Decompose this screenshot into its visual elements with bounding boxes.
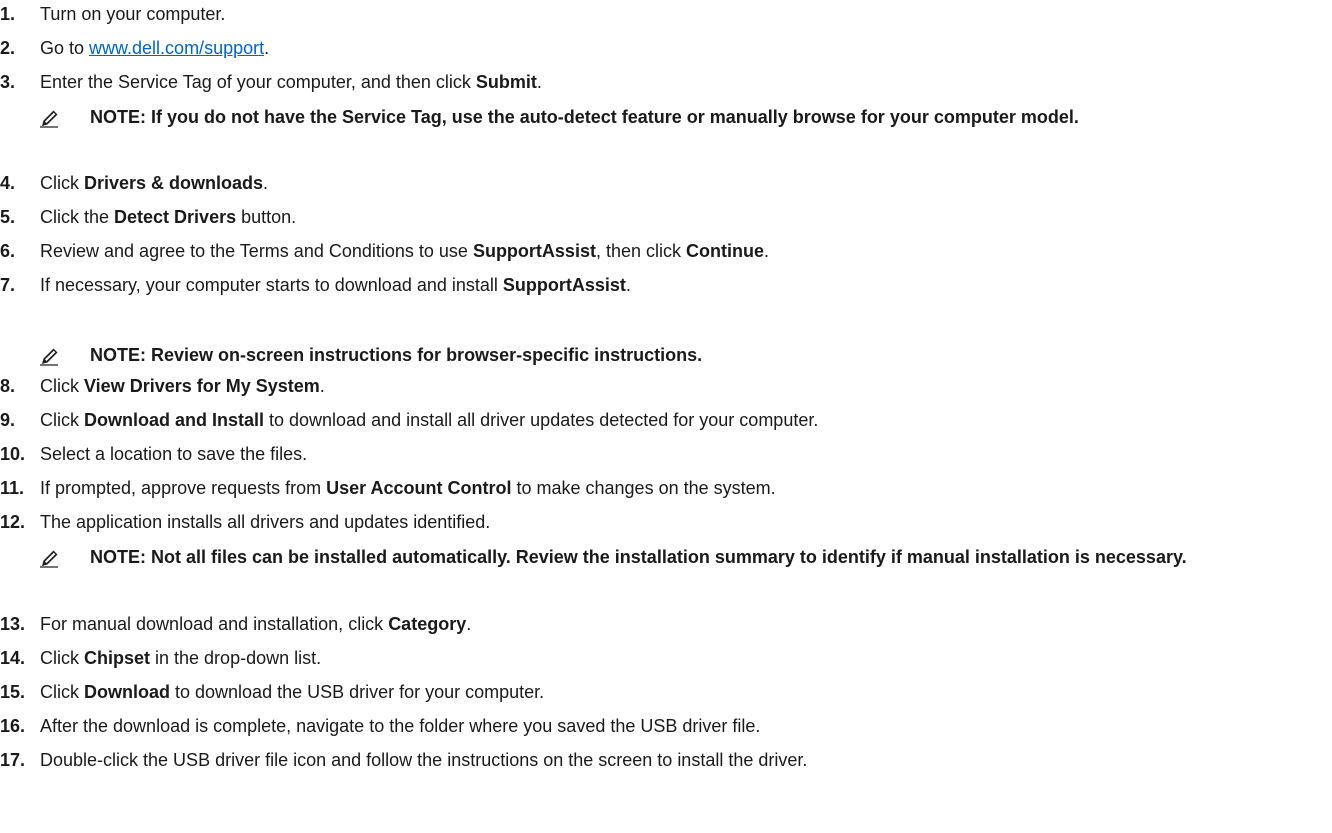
step-text-segment: Click	[40, 410, 84, 430]
note-pencil-icon	[40, 550, 58, 568]
step-text-segment: to make changes on the system.	[511, 478, 776, 498]
step-text: Click View Drivers for My System.	[40, 375, 325, 397]
note-text: NOTE: Not all files can be installed aut…	[90, 547, 1187, 567]
step-text-segment: .	[625, 275, 631, 295]
step-text: For manual download and installation, cl…	[40, 613, 471, 635]
step-text-segment: Double-click the USB driver file icon an…	[40, 750, 808, 770]
step-text-segment: , then click	[595, 241, 686, 261]
step-text-segment: to download and install all driver updat…	[264, 410, 819, 430]
step-text-segment: Click	[40, 648, 84, 668]
step-text-segment: in the drop-down list.	[150, 648, 322, 668]
step-text-segment: Turn on your computer.	[40, 4, 226, 24]
ui-term: Download	[84, 682, 170, 702]
ui-term: Download and Install	[84, 410, 265, 430]
step-text: Click Download and Install to download a…	[40, 409, 818, 431]
step-text: Click Download to download the USB drive…	[40, 681, 544, 703]
step-text: Click Chipset in the drop-down list.	[40, 647, 321, 669]
step-text-segment: Select a location to save the files.	[40, 444, 308, 464]
step-text: Review and agree to the Terms and Condit…	[40, 240, 769, 262]
step-text-segment: button.	[236, 207, 297, 227]
ui-term: SupportAssist	[502, 275, 626, 295]
step-text: Go to www.dell.com/support.	[40, 37, 269, 59]
step-text-segment: Click	[40, 682, 84, 702]
step-text: After the download is complete, navigate…	[40, 715, 760, 737]
ui-term: Drivers & downloads	[84, 173, 264, 193]
step-text-segment: to download the USB driver for your comp…	[170, 682, 545, 702]
step-text-segment: .	[319, 376, 325, 396]
support-link[interactable]: www.dell.com/support	[89, 38, 264, 58]
step-text: The application installs all drivers and…	[40, 511, 490, 533]
step-text-segment: Click the	[40, 207, 115, 227]
step-text-segment: After the download is complete, navigate…	[40, 716, 761, 736]
ui-term: View Drivers for My System	[84, 376, 320, 396]
step-text-segment: Go to	[40, 38, 90, 58]
step-text: If necessary, your computer starts to do…	[40, 274, 631, 296]
ui-term: User Account Control	[326, 478, 512, 498]
ui-term: Category	[388, 614, 467, 634]
step-text: Click Drivers & downloads.	[40, 172, 268, 194]
ui-term: Continue	[686, 241, 764, 261]
instructions-document: 1. Turn on your computer. 2. Go to www.dell…	[0, 0, 1332, 833]
note-pencil-icon	[40, 110, 58, 128]
step-text-segment: If prompted, approve requests from	[40, 478, 327, 498]
step-text-segment: Click	[40, 376, 84, 396]
ui-term: Chipset	[84, 648, 151, 668]
step-text: Click the Detect Drivers button.	[40, 206, 296, 228]
step-text: Turn on your computer.	[40, 3, 225, 25]
step-text: Enter the Service Tag of your computer, …	[40, 71, 542, 93]
step-text-segment: .	[263, 173, 269, 193]
step-text: If prompted, approve requests from User …	[40, 477, 776, 499]
step-text-segment: .	[264, 38, 270, 58]
step-text-segment: Enter the Service Tag of your computer, …	[40, 72, 476, 92]
ui-term: Submit	[475, 72, 537, 92]
step-text-segment: The application installs all drivers and…	[40, 512, 491, 532]
step-text: Select a location to save the files.	[40, 443, 307, 465]
step-text-segment: .	[536, 72, 542, 92]
note-text: NOTE: Review on-screen instructions for …	[90, 345, 703, 365]
note-text: NOTE: If you do not have the Service Tag…	[90, 107, 1079, 127]
step-text: Double-click the USB driver file icon an…	[40, 749, 807, 771]
step-text-segment: .	[764, 241, 770, 261]
ui-term: Detect Drivers	[114, 207, 237, 227]
step-text-segment: Review and agree to the Terms and Condit…	[40, 241, 473, 261]
step-text-segment: If necessary, your computer starts to do…	[40, 275, 503, 295]
note-pencil-icon	[40, 348, 58, 366]
ui-term: SupportAssist	[472, 241, 596, 261]
step-text-segment: For manual download and installation, cl…	[40, 614, 389, 634]
step-text-segment: Click	[40, 173, 84, 193]
step-text-segment: .	[466, 614, 472, 634]
